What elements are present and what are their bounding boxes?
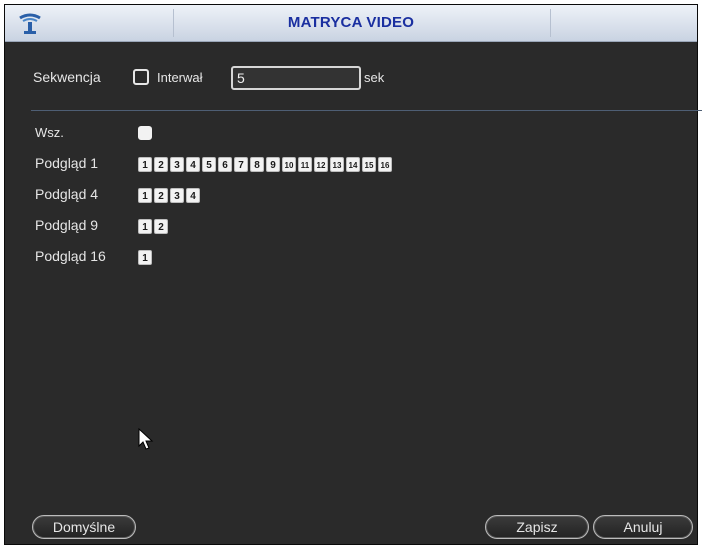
- channel-checkbox[interactable]: 4: [186, 157, 200, 172]
- view4-label: Podgląd 4: [35, 186, 99, 202]
- view4-channels: 1234: [138, 188, 200, 203]
- matrix-video-dialog: MATRYCA VIDEO Sekwencja Interwał sek Wsz…: [4, 4, 702, 545]
- mouse-pointer-icon: [138, 428, 154, 450]
- all-checkbox[interactable]: [138, 126, 152, 140]
- sequence-label: Sekwencja: [33, 69, 101, 85]
- channel-checkbox[interactable]: 4: [186, 188, 200, 203]
- channel-checkbox[interactable]: 15: [362, 157, 376, 172]
- view1-channels: 1 2 3 4 5 6 7 8 9 10 11 12 13 14 15 16: [138, 157, 392, 172]
- sequence-checkbox[interactable]: [133, 69, 149, 85]
- channel-checkbox[interactable]: 3: [170, 188, 184, 203]
- channel-checkbox[interactable]: 2: [154, 188, 168, 203]
- title-bar: MATRYCA VIDEO: [5, 5, 697, 42]
- view1-label: Podgląd 1: [35, 155, 99, 171]
- channel-checkbox[interactable]: 14: [346, 157, 360, 172]
- separator: [31, 110, 702, 111]
- channel-checkbox[interactable]: 7: [234, 157, 248, 172]
- channel-checkbox[interactable]: 1: [138, 157, 152, 172]
- interval-label: Interwał: [157, 70, 203, 85]
- channel-checkbox[interactable]: 3: [170, 157, 184, 172]
- channel-checkbox[interactable]: 12: [314, 157, 328, 172]
- view16-channels: 1: [138, 250, 152, 265]
- channel-checkbox[interactable]: 5: [202, 157, 216, 172]
- cancel-button[interactable]: Anuluj: [593, 515, 693, 539]
- channel-checkbox[interactable]: 13: [330, 157, 344, 172]
- interval-unit: sek: [364, 70, 385, 85]
- channel-checkbox[interactable]: 1: [138, 250, 152, 265]
- all-label: Wsz.: [35, 125, 64, 140]
- channel-checkbox[interactable]: 8: [250, 157, 264, 172]
- view16-label: Podgląd 16: [35, 248, 106, 264]
- channel-checkbox[interactable]: 10: [282, 157, 296, 172]
- view9-channels: 12: [138, 219, 168, 234]
- channel-checkbox[interactable]: 9: [266, 157, 280, 172]
- channel-checkbox[interactable]: 2: [154, 157, 168, 172]
- channel-checkbox[interactable]: 2: [154, 219, 168, 234]
- channel-checkbox[interactable]: 11: [298, 157, 312, 172]
- save-button[interactable]: Zapisz: [485, 515, 589, 539]
- channel-checkbox[interactable]: 16: [378, 157, 392, 172]
- channel-checkbox[interactable]: 1: [138, 188, 152, 203]
- default-button[interactable]: Domyślne: [32, 515, 136, 539]
- interval-input[interactable]: [231, 66, 361, 90]
- dialog-title: MATRYCA VIDEO: [287, 14, 415, 31]
- view9-label: Podgląd 9: [35, 217, 99, 233]
- channel-checkbox[interactable]: 1: [138, 219, 152, 234]
- channel-checkbox[interactable]: 6: [218, 157, 232, 172]
